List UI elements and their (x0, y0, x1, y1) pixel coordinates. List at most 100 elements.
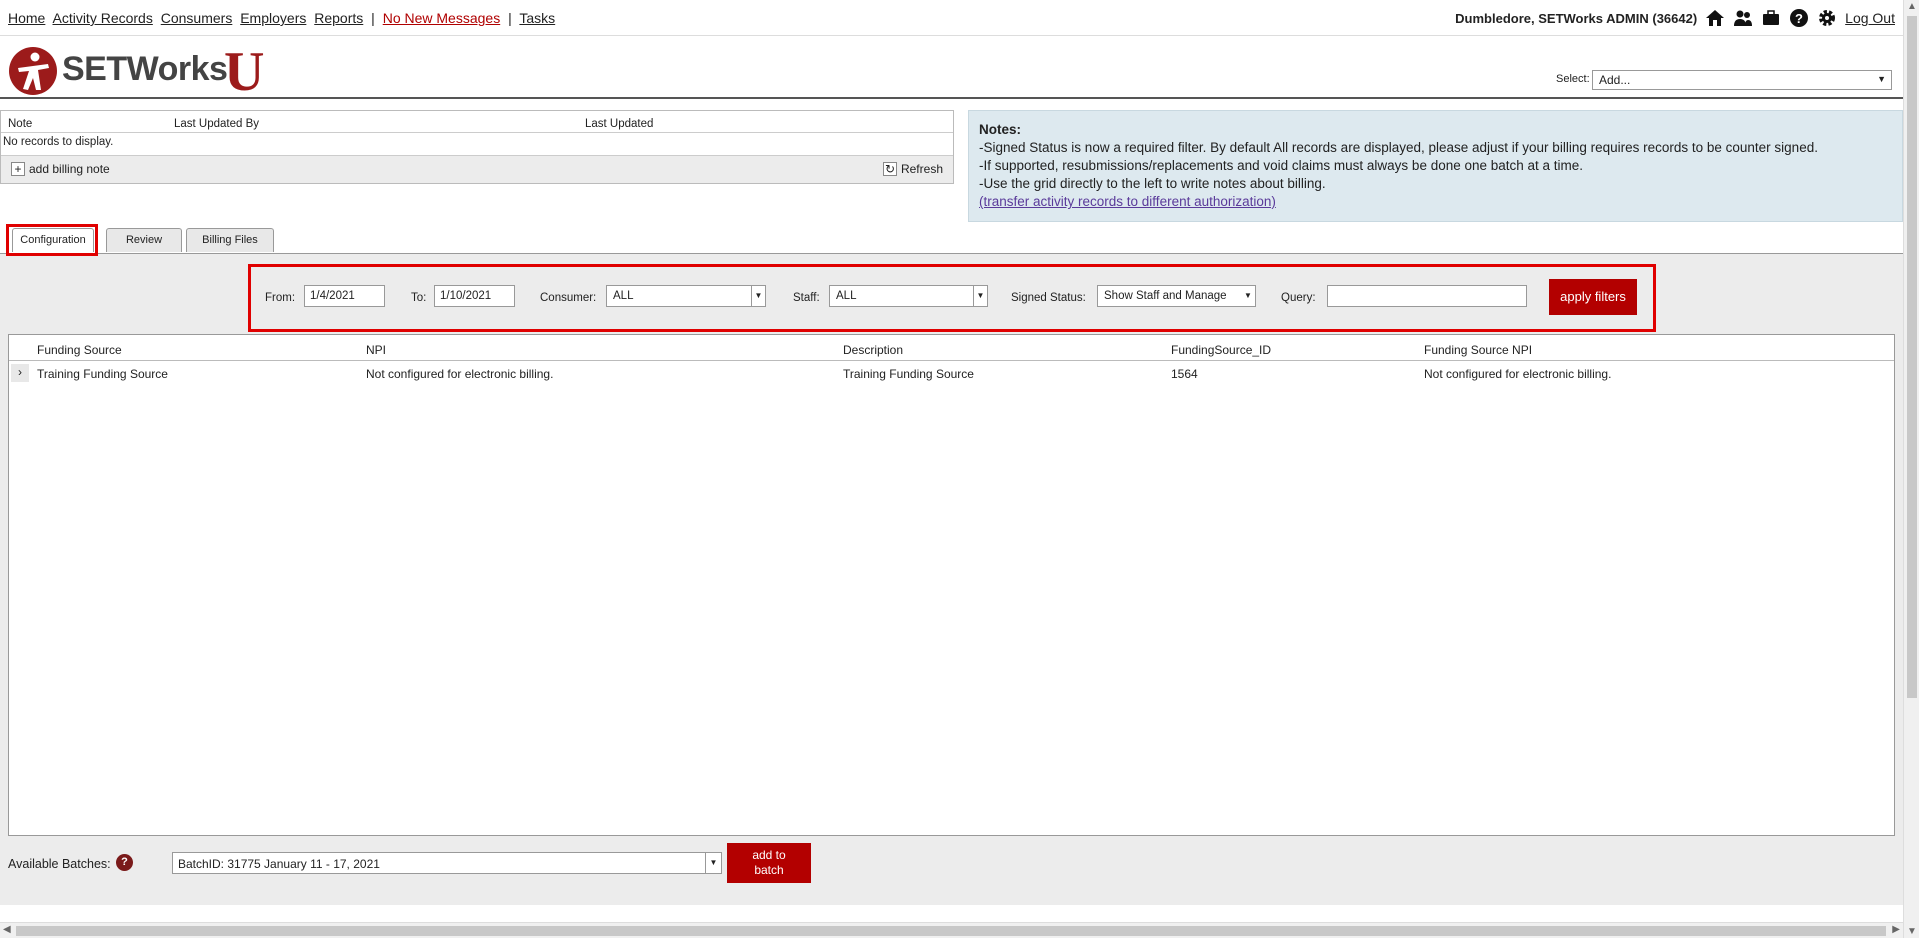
top-navigation: Home Activity Records Consumers Employer… (0, 0, 1903, 36)
refresh-label: Refresh (900, 162, 943, 176)
users-icon[interactable] (1733, 8, 1753, 28)
signed-status-label: Signed Status: (1011, 292, 1086, 304)
staff-label: Staff: (793, 292, 820, 304)
cell-fundingsource-id: 1564 (1171, 367, 1198, 381)
chevron-down-icon: ▼ (1241, 286, 1255, 306)
batch-select-value: BatchID: 31775 January 11 - 17, 2021 (178, 857, 380, 871)
notes-empty-message: No records to display. (3, 136, 114, 148)
column-header-last-updated[interactable]: Last Updated (585, 118, 653, 130)
select-label: Select: (1556, 73, 1590, 85)
nav-employers-link[interactable]: Employers (240, 10, 306, 26)
nav-tasks-link[interactable]: Tasks (519, 10, 555, 26)
column-header-fundingsource-id[interactable]: FundingSource_ID (1171, 343, 1271, 357)
nav-separator: | (371, 10, 375, 26)
nav-home-link[interactable]: Home (8, 10, 45, 26)
consumer-select[interactable]: ALL ▼ (606, 285, 766, 307)
nav-consumers-link[interactable]: Consumers (161, 10, 233, 26)
scroll-up-icon[interactable]: ▲ (1907, 1, 1917, 12)
nav-messages-link[interactable]: No New Messages (383, 10, 501, 26)
chevron-down-icon: ▼ (705, 853, 721, 873)
grid-header: Funding Source NPI Description FundingSo… (9, 335, 1894, 361)
user-area: Dumbledore, SETWorks ADMIN (36642) ? Log… (1455, 8, 1895, 28)
horizontal-scroll-thumb[interactable] (16, 926, 1886, 936)
question-icon[interactable]: ? (116, 854, 133, 871)
transfer-records-link[interactable]: (transfer activity records to different … (979, 194, 1276, 209)
logo-u: U (224, 41, 265, 103)
gear-icon[interactable] (1817, 8, 1837, 28)
table-row[interactable]: › Training Funding Source Not configured… (9, 361, 1894, 385)
notes-line: -Signed Status is now a required filter.… (979, 140, 1818, 155)
setworks-logo[interactable]: SETWorks U (8, 41, 278, 103)
signed-status-value: Show Staff and Manage (1104, 290, 1227, 302)
column-header-funding-source[interactable]: Funding Source (37, 343, 122, 357)
apply-filters-button[interactable]: apply filters (1549, 279, 1637, 315)
tab-review[interactable]: Review (106, 228, 182, 252)
help-icon[interactable]: ? (1789, 8, 1809, 28)
logo-text: SETWorks (62, 50, 228, 88)
add-billing-note-button[interactable]: + add billing note (11, 162, 110, 176)
from-date-input[interactable]: 1/4/2021 (304, 285, 385, 307)
header-divider (0, 97, 1903, 99)
notes-panel: Notes: -Signed Status is now a required … (968, 110, 1903, 222)
billing-notes-grid: Note Last Updated By Last Updated No rec… (0, 110, 954, 184)
refresh-icon: ↻ (882, 162, 897, 176)
batch-select[interactable]: BatchID: 31775 January 11 - 17, 2021 ▼ (172, 852, 722, 874)
funding-source-grid: Funding Source NPI Description FundingSo… (8, 334, 1895, 836)
notes-grid-header: Note Last Updated By Last Updated (1, 111, 953, 133)
logo-emblem-icon (9, 47, 57, 95)
notes-line: -If supported, resubmissions/replacement… (979, 158, 1584, 173)
vertical-scroll-thumb[interactable] (1907, 16, 1917, 698)
nav-links: Home Activity Records Consumers Employer… (8, 10, 559, 26)
nav-separator: | (508, 10, 512, 26)
expand-row-icon[interactable]: › (11, 364, 29, 382)
consumer-label: Consumer: (540, 292, 597, 304)
column-header-last-updated-by[interactable]: Last Updated By (174, 118, 259, 130)
available-batches-label: Available Batches: (8, 857, 111, 871)
consumer-select-value: ALL (613, 290, 634, 302)
cell-funding-source-npi: Not configured for electronic billing. (1424, 367, 1612, 381)
to-label: To: (411, 292, 427, 304)
scroll-left-icon[interactable]: ◀ (3, 924, 11, 935)
highlight-box-tab (6, 224, 98, 256)
notes-grid-footer: + add billing note ↻ Refresh (1, 155, 953, 183)
column-header-note[interactable]: Note (8, 118, 32, 130)
column-header-npi[interactable]: NPI (366, 343, 386, 357)
to-date-input[interactable]: 1/10/2021 (434, 285, 515, 307)
nav-reports-link[interactable]: Reports (314, 10, 363, 26)
notes-line: -Use the grid directly to the left to wr… (979, 176, 1326, 191)
add-to-batch-label-1: add to (752, 848, 786, 862)
cell-description: Training Funding Source (843, 367, 974, 381)
staff-select[interactable]: ALL ▼ (829, 285, 988, 307)
horizontal-scrollbar[interactable]: ◀ ▶ (0, 922, 1903, 938)
tab-billing-files[interactable]: Billing Files (186, 228, 274, 252)
add-select-dropdown[interactable]: Add... ▼ (1592, 70, 1892, 90)
staff-select-value: ALL (836, 290, 857, 302)
from-label: From: (265, 292, 296, 304)
user-name: Dumbledore, SETWorks ADMIN (36642) (1455, 10, 1698, 26)
tab-bar: Configuration Review Billing Files (6, 226, 906, 254)
refresh-button[interactable]: ↻ Refresh (882, 162, 943, 176)
query-input[interactable] (1327, 285, 1527, 307)
chevron-down-icon: ▼ (751, 286, 765, 306)
column-header-description[interactable]: Description (843, 343, 903, 357)
scroll-right-icon[interactable]: ▶ (1892, 924, 1900, 935)
query-label: Query: (1281, 292, 1316, 304)
vertical-scrollbar[interactable]: ▲ ▼ (1903, 0, 1919, 938)
logout-link[interactable]: Log Out (1845, 10, 1895, 26)
chevron-down-icon: ▼ (973, 286, 987, 306)
add-to-batch-label-2: batch (754, 863, 784, 877)
cell-npi: Not configured for electronic billing. (366, 367, 554, 381)
cell-funding-source: Training Funding Source (37, 367, 168, 381)
add-select-value: Add... (1599, 73, 1631, 87)
svg-text:?: ? (1795, 11, 1803, 26)
briefcase-icon[interactable] (1761, 8, 1781, 28)
nav-activity-records-link[interactable]: Activity Records (52, 10, 152, 26)
add-to-batch-button[interactable]: add to batch (727, 843, 811, 883)
signed-status-select[interactable]: Show Staff and Manage ▼ (1097, 285, 1256, 307)
scroll-down-icon[interactable]: ▼ (1907, 926, 1917, 937)
notes-title: Notes: (979, 122, 1022, 137)
column-header-funding-source-npi[interactable]: Funding Source NPI (1424, 343, 1532, 357)
add-billing-note-label: add billing note (29, 162, 110, 176)
plus-icon: + (11, 162, 25, 176)
home-icon[interactable] (1705, 8, 1725, 28)
